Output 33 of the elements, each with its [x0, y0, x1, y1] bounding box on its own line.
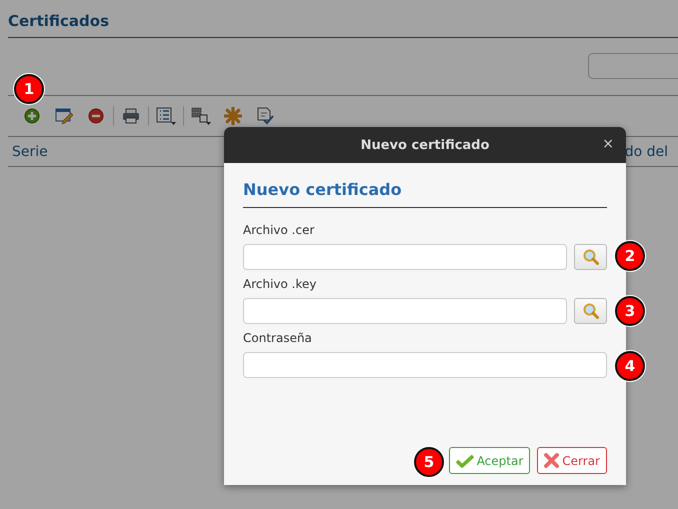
close-button[interactable]: ×	[602, 136, 614, 152]
add-icon[interactable]	[24, 108, 40, 124]
dialog-title: Nuevo certificado	[360, 138, 490, 152]
print-icon[interactable]	[122, 108, 140, 124]
step-badge: 1	[14, 74, 44, 104]
check-icon	[456, 454, 474, 468]
field-label: Archivo .cer	[243, 223, 316, 238]
step-badge: 3	[615, 296, 645, 326]
file-path-field[interactable]	[243, 298, 567, 324]
list-icon[interactable]	[156, 107, 176, 125]
search-field[interactable]	[588, 53, 678, 79]
browse-button[interactable]	[574, 244, 607, 270]
column-header[interactable]: do del	[624, 144, 668, 160]
accept-button[interactable]: Aceptar	[448, 447, 530, 474]
password-field[interactable]	[243, 352, 607, 378]
magnifier-icon	[582, 249, 598, 265]
edit-icon[interactable]	[55, 108, 73, 124]
browse-button[interactable]	[574, 298, 607, 324]
step-badge: 2	[615, 241, 645, 271]
cancel-button[interactable]: Cerrar	[537, 447, 607, 474]
form-heading: Nuevo certificado	[243, 179, 607, 208]
column-header[interactable]: Serie	[12, 144, 48, 160]
file-path-field[interactable]	[243, 244, 567, 270]
page-title: Certificados	[8, 0, 678, 38]
document-check-icon[interactable]	[256, 107, 274, 125]
step-badge: 4	[615, 351, 645, 381]
field-label: Archivo .key	[243, 277, 318, 292]
grid-icon[interactable]	[191, 107, 211, 125]
field-label: Contraseña	[243, 331, 313, 346]
remove-icon[interactable]	[88, 108, 104, 124]
cross-icon	[544, 453, 560, 468]
magnifier-icon	[582, 303, 598, 319]
asterisk-icon[interactable]	[224, 107, 242, 125]
